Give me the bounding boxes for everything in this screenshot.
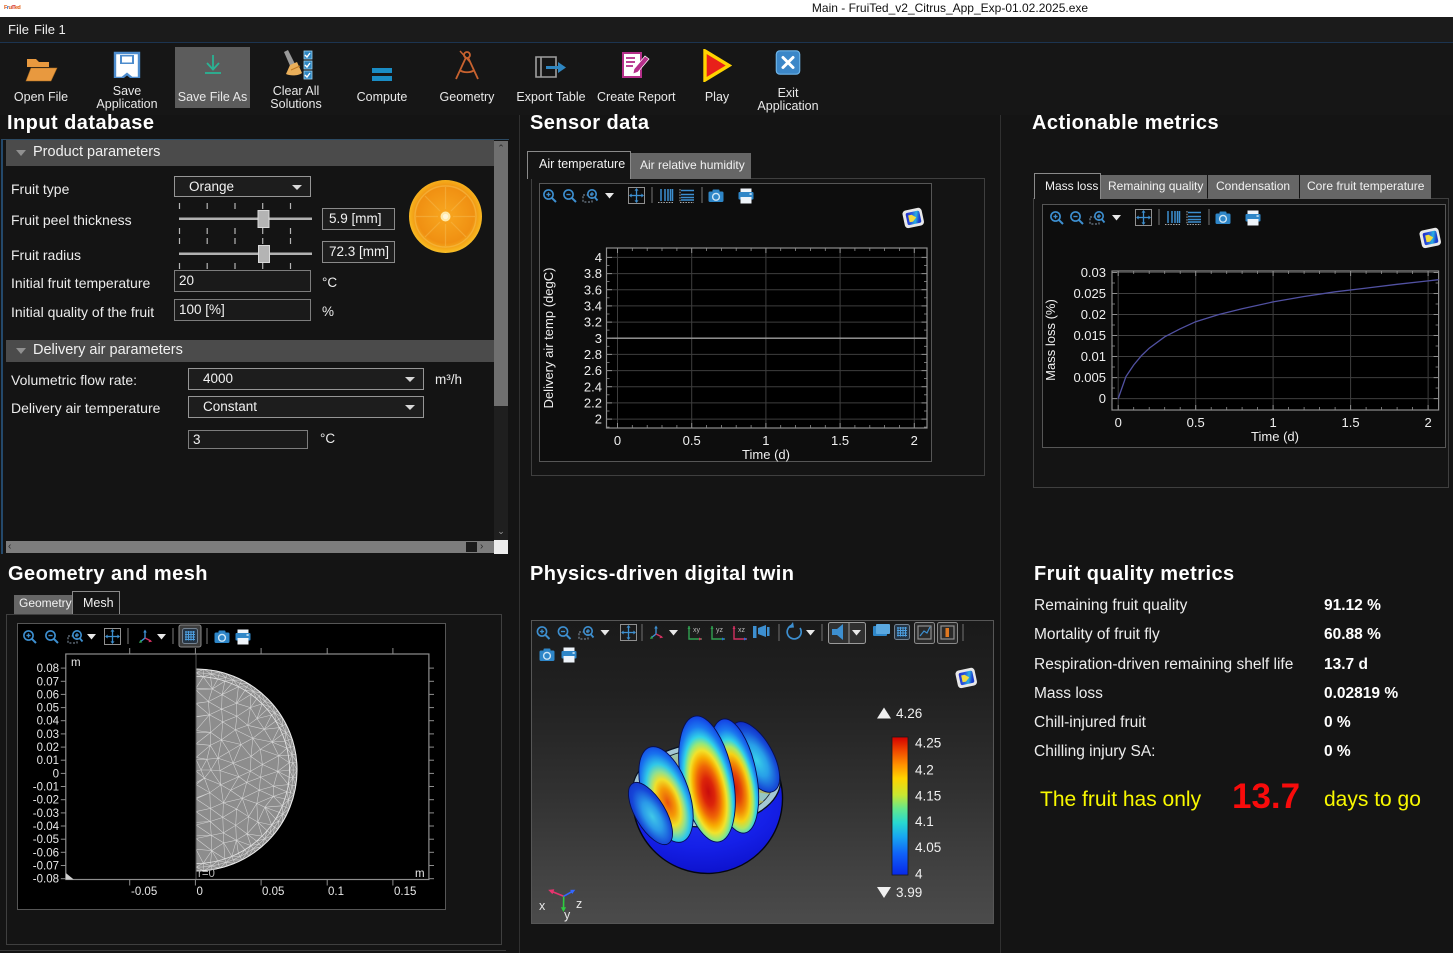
svg-text:Delivery air temp (degC): Delivery air temp (degC) (541, 268, 556, 409)
svg-text:4.1: 4.1 (915, 814, 934, 829)
svg-text:0: 0 (197, 886, 203, 898)
svg-text:1: 1 (1269, 415, 1276, 430)
svg-text:-0.07: -0.07 (33, 861, 59, 873)
svg-text:0.5: 0.5 (683, 433, 701, 448)
svg-text:0.005: 0.005 (1073, 370, 1106, 385)
svg-text:m: m (71, 657, 81, 669)
svg-text:3.99: 3.99 (896, 885, 922, 900)
svg-text:0.1: 0.1 (328, 886, 344, 898)
svg-text:0.08: 0.08 (37, 663, 59, 675)
svg-text:-0.06: -0.06 (33, 847, 59, 859)
svg-text:2.2: 2.2 (584, 396, 602, 411)
svg-text:1.5: 1.5 (1342, 415, 1360, 430)
svg-text:4.15: 4.15 (915, 789, 941, 804)
svg-text:0.015: 0.015 (1073, 328, 1106, 343)
svg-text:3.4: 3.4 (584, 299, 602, 314)
svg-text:0: 0 (1115, 415, 1122, 430)
svg-text:2: 2 (1424, 415, 1431, 430)
svg-text:Time (d): Time (d) (1251, 429, 1299, 444)
svg-text:0.05: 0.05 (37, 703, 59, 715)
svg-text:-0.05: -0.05 (131, 886, 157, 898)
svg-text:0.01: 0.01 (37, 755, 59, 767)
svg-text:4.2: 4.2 (915, 762, 934, 777)
svg-text:3.8: 3.8 (584, 266, 602, 281)
svg-text:-0.02: -0.02 (33, 795, 59, 807)
svg-text:0: 0 (614, 433, 621, 448)
svg-text:0.15: 0.15 (394, 886, 416, 898)
svg-text:0: 0 (1099, 391, 1106, 406)
svg-text:2.4: 2.4 (584, 379, 602, 394)
svg-text:m: m (415, 868, 425, 880)
svg-text:2.6: 2.6 (584, 363, 602, 378)
svg-text:0.02: 0.02 (37, 742, 59, 754)
svg-text:4.25: 4.25 (915, 736, 941, 751)
svg-text:0.01: 0.01 (1081, 349, 1106, 364)
svg-text:1.5: 1.5 (831, 433, 849, 448)
svg-text:y: y (564, 908, 571, 922)
svg-text:4.05: 4.05 (915, 840, 941, 855)
svg-text:4: 4 (915, 867, 923, 882)
svg-text:2: 2 (911, 433, 918, 448)
svg-text:3.2: 3.2 (584, 315, 602, 330)
svg-text:0.5: 0.5 (1187, 415, 1205, 430)
svg-text:3: 3 (595, 331, 602, 346)
svg-text:2.8: 2.8 (584, 347, 602, 362)
svg-text:1: 1 (762, 433, 769, 448)
svg-text:r=0: r=0 (198, 868, 215, 880)
svg-text:0.05: 0.05 (262, 886, 284, 898)
svg-text:0.06: 0.06 (37, 689, 59, 701)
svg-text:xy: xy (693, 627, 701, 634)
svg-text:0.03: 0.03 (1081, 265, 1106, 280)
svg-text:-0.01: -0.01 (33, 782, 59, 794)
svg-text:-0.04: -0.04 (33, 821, 60, 833)
svg-text:3.6: 3.6 (584, 282, 602, 297)
svg-text:4.26: 4.26 (896, 706, 922, 721)
svg-text:0: 0 (53, 768, 59, 780)
svg-text:-0.08: -0.08 (33, 874, 59, 886)
svg-text:4: 4 (595, 250, 602, 265)
svg-text:2: 2 (595, 412, 602, 427)
svg-text:Time (d): Time (d) (742, 447, 790, 462)
svg-text:xz: xz (738, 627, 746, 634)
svg-text:yz: yz (716, 627, 724, 634)
svg-text:-0.03: -0.03 (33, 808, 59, 820)
svg-text:0.07: 0.07 (37, 676, 59, 688)
svg-text:z: z (576, 897, 582, 911)
svg-text:Mass loss (%): Mass loss (%) (1043, 299, 1058, 381)
svg-text:-0.05: -0.05 (33, 834, 59, 846)
svg-text:0.03: 0.03 (37, 729, 59, 741)
svg-text:0.025: 0.025 (1073, 286, 1106, 301)
svg-text:x: x (539, 899, 546, 913)
svg-text:0.02: 0.02 (1081, 307, 1106, 322)
svg-text:0.04: 0.04 (37, 716, 60, 728)
